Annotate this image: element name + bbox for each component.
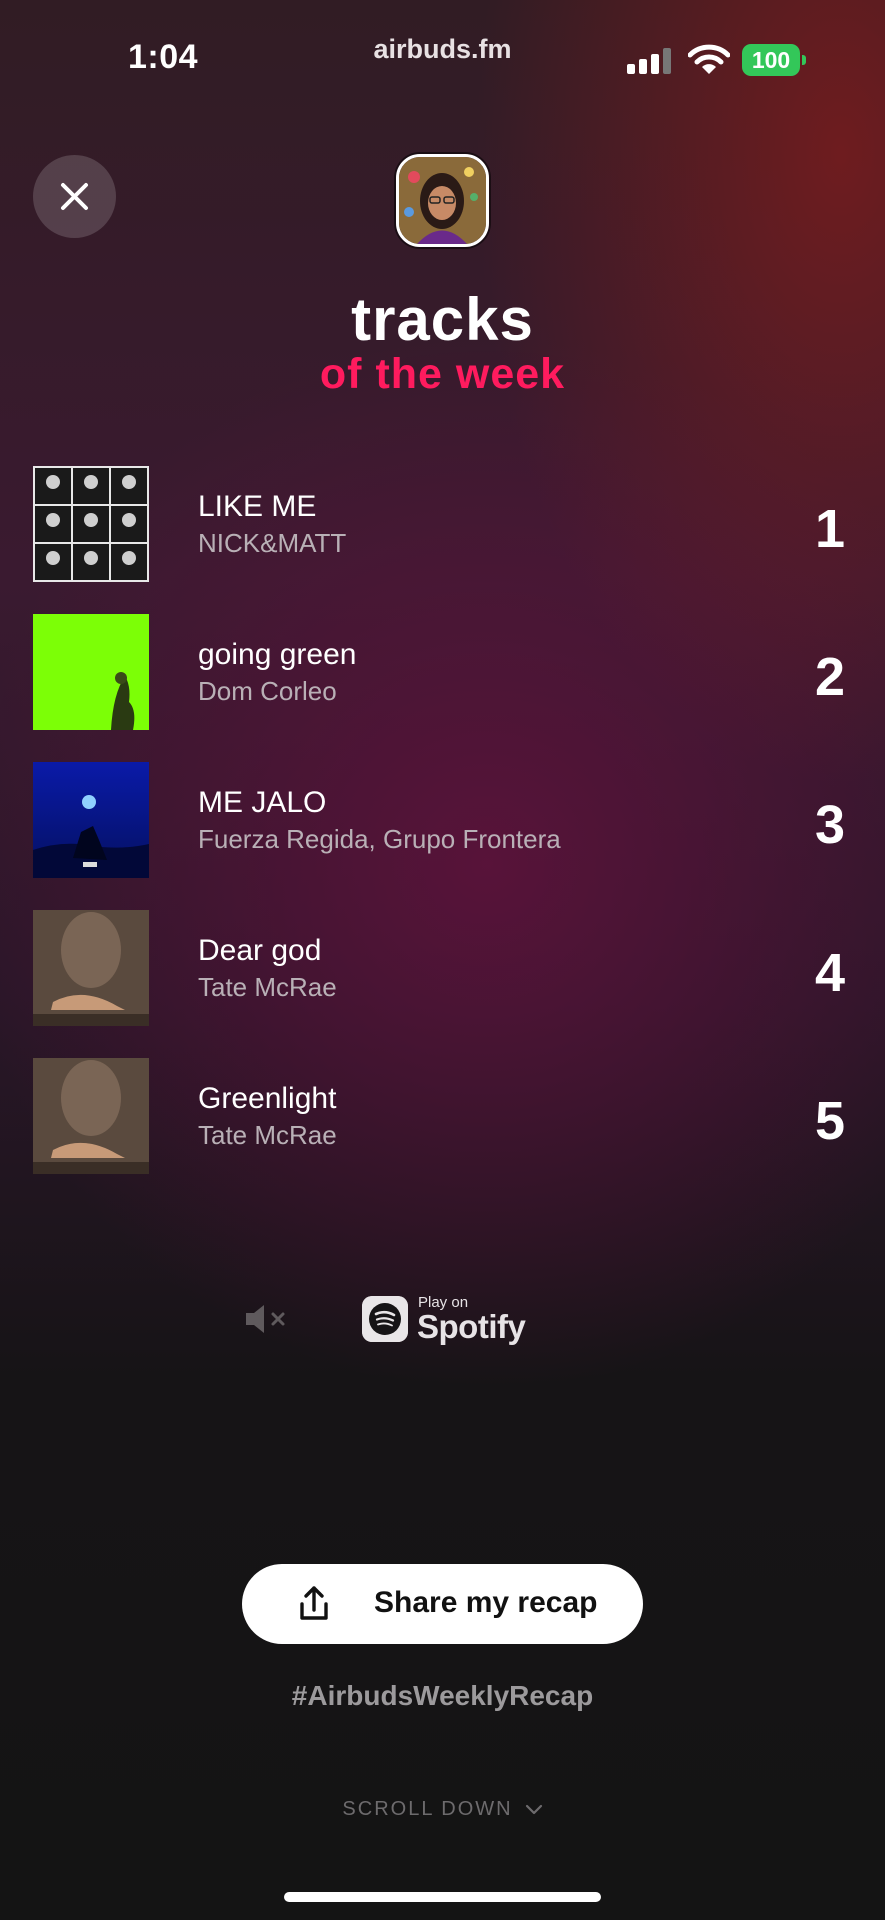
battery-level: 100 <box>742 44 800 76</box>
wifi-icon <box>688 44 730 74</box>
track-title: Dear god <box>198 934 322 967</box>
track-rank: 5 <box>814 1091 845 1151</box>
track-artist: Tate McRae <box>198 1120 337 1150</box>
share-recap-button[interactable]: Share my recap <box>242 1564 643 1644</box>
speaker-muted-icon[interactable] <box>244 1302 290 1336</box>
track-row[interactable]: going green Dom Corleo 2 <box>0 614 885 730</box>
track-row[interactable]: Dear god Tate McRae 4 <box>0 910 885 1026</box>
close-icon <box>61 183 88 210</box>
share-recap-label: Share my recap <box>374 1586 598 1619</box>
album-art <box>33 762 149 878</box>
track-artist: NICK&MATT <box>198 528 347 558</box>
track-rank: 3 <box>814 795 845 855</box>
scroll-down-hint[interactable]: SCROLL DOWN <box>0 1798 885 1821</box>
track-rank: 2 <box>814 647 845 707</box>
play-on-spotify-button[interactable]: Play on Spotify <box>362 1294 532 1346</box>
spotify-brand-label: Spotify <box>417 1308 526 1345</box>
scroll-down-label: SCROLL DOWN <box>342 1798 513 1820</box>
track-title: Greenlight <box>198 1082 337 1115</box>
track-artist: Dom Corleo <box>198 676 337 706</box>
album-art <box>33 614 149 730</box>
track-title: going green <box>198 638 357 671</box>
album-art <box>33 910 149 1026</box>
track-row[interactable]: ME JALO Fuerza Regida, Grupo Frontera 3 <box>0 762 885 878</box>
status-bar: 1:04 airbuds.fm 100 <box>0 0 885 110</box>
page-subtitle: of the week <box>319 350 566 398</box>
track-artist: Tate McRae <box>198 972 337 1002</box>
battery-icon: 100 <box>742 44 806 76</box>
track-title: LIKE ME <box>198 490 317 523</box>
close-button[interactable] <box>33 155 116 238</box>
track-title: ME JALO <box>198 786 327 819</box>
track-rank: 1 <box>814 499 845 559</box>
share-icon <box>300 1586 328 1620</box>
spotify-icon <box>362 1296 408 1342</box>
track-row[interactable]: Greenlight Tate McRae 5 <box>0 1058 885 1174</box>
album-art <box>33 1058 149 1174</box>
track-artist: Fuerza Regida, Grupo Frontera <box>198 824 561 854</box>
chevron-down-icon <box>525 1804 542 1814</box>
album-art <box>33 466 149 582</box>
track-row[interactable]: LIKE ME NICK&MATT 1 <box>0 466 885 582</box>
page-title: tracks <box>351 286 534 353</box>
cellular-signal-icon <box>627 48 673 74</box>
home-indicator[interactable] <box>284 1892 601 1902</box>
user-avatar[interactable] <box>396 154 489 247</box>
hashtag: #AirbudsWeeklyRecap <box>291 1680 594 1711</box>
track-rank: 4 <box>814 943 845 1003</box>
